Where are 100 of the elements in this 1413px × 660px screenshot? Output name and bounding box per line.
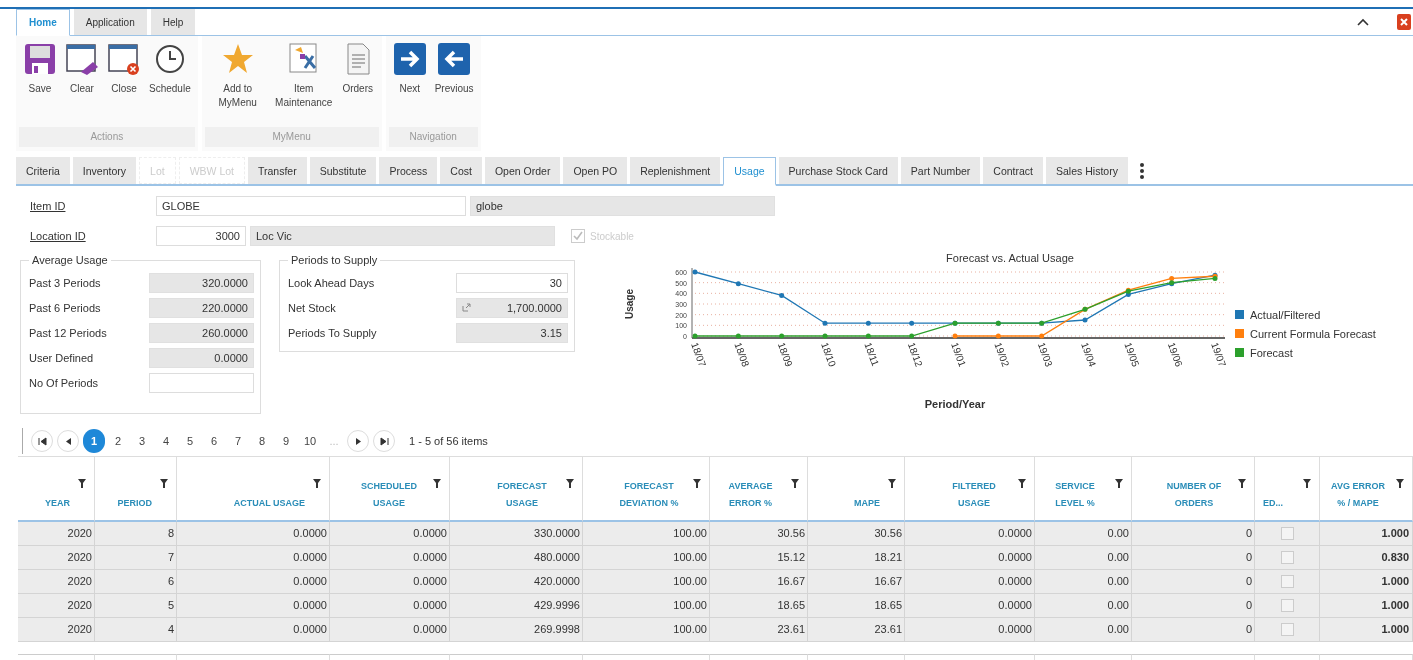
item-id-field[interactable]: GLOBE xyxy=(156,196,466,216)
item-id-link[interactable]: Item ID xyxy=(30,200,152,212)
page-button[interactable]: 7 xyxy=(227,429,249,453)
previous-page-button[interactable] xyxy=(57,430,79,452)
table-cell: 0 xyxy=(1132,546,1255,570)
filter-icon[interactable] xyxy=(791,479,799,488)
filter-icon[interactable] xyxy=(160,479,168,488)
ribbon-button[interactable]: Item Maintenance xyxy=(271,42,336,127)
x-tick-label: 18/12 xyxy=(905,340,925,369)
row-checkbox[interactable] xyxy=(1280,623,1294,636)
filter-icon[interactable] xyxy=(566,479,574,488)
table-cell: 7 xyxy=(95,546,177,570)
x-tick-label: 19/07 xyxy=(1209,340,1228,369)
tab[interactable]: Purchase Stock Card xyxy=(778,157,898,184)
value-field[interactable] xyxy=(149,372,254,393)
ribbon-button[interactable]: Add to MyMenu xyxy=(205,42,270,127)
row-checkbox[interactable] xyxy=(1280,575,1294,588)
filter-icon[interactable] xyxy=(1238,479,1246,488)
tab[interactable]: Open PO xyxy=(563,157,628,184)
filter-icon[interactable] xyxy=(888,479,896,488)
tab[interactable]: Replenishment xyxy=(630,157,721,184)
page-button[interactable]: 10 xyxy=(299,429,321,453)
filter-icon[interactable] xyxy=(78,479,86,488)
filter-icon[interactable] xyxy=(1303,479,1311,488)
arrow-left-icon xyxy=(437,42,472,76)
tab[interactable]: Substitute xyxy=(309,157,377,184)
field-label: Past 3 Periods xyxy=(29,276,101,289)
row-checkbox[interactable] xyxy=(1280,599,1294,612)
table-cell: 0 xyxy=(1132,618,1255,642)
tab[interactable]: Open Order xyxy=(484,157,561,184)
first-page-button[interactable] xyxy=(31,430,53,452)
next-icon[interactable] xyxy=(353,436,363,446)
ribbon-tab[interactable]: Help xyxy=(150,9,196,35)
previous-icon[interactable] xyxy=(63,436,73,446)
field-label: Look Ahead Days xyxy=(288,276,375,289)
first-page-icon[interactable] xyxy=(37,436,47,446)
page-button[interactable]: 9 xyxy=(275,429,297,453)
last-page-icon[interactable] xyxy=(379,436,389,446)
location-id-link[interactable]: Location ID xyxy=(30,230,152,242)
row-checkbox[interactable] xyxy=(1280,527,1294,540)
filter-icon[interactable] xyxy=(313,479,321,488)
panel-title: Periods to Supply xyxy=(290,254,379,266)
table-cell: 0 xyxy=(1132,594,1255,618)
table-cell: 0.0000 xyxy=(177,618,330,642)
page-button[interactable]: 3 xyxy=(131,429,153,453)
location-id-field[interactable]: 3000 xyxy=(156,226,246,246)
row-checkbox[interactable] xyxy=(1280,551,1294,564)
next-page-button[interactable] xyxy=(347,430,369,452)
collapse-icon[interactable] xyxy=(1357,18,1369,26)
tab[interactable]: Process xyxy=(379,157,438,184)
ribbon-button[interactable]: Schedule xyxy=(146,42,194,127)
ribbon-button[interactable]: Next xyxy=(389,42,430,127)
filter-icon[interactable] xyxy=(1115,479,1123,488)
tab[interactable]: Transfer xyxy=(248,157,307,184)
field-label: Net Stock xyxy=(288,301,336,314)
tab[interactable]: Cost xyxy=(440,157,482,184)
page-button[interactable]: 4 xyxy=(155,429,177,453)
filter-icon[interactable] xyxy=(1396,479,1404,488)
more-icon[interactable] xyxy=(1138,161,1145,180)
x-tick-label: 18/10 xyxy=(819,340,838,369)
tab[interactable]: Criteria xyxy=(16,157,70,184)
x-tick-label: 19/04 xyxy=(1079,340,1098,369)
table-cell: 0.00 xyxy=(1035,522,1132,546)
ribbon-tab[interactable]: Application xyxy=(73,9,147,35)
x-tick-label: 18/09 xyxy=(775,340,795,369)
page-button[interactable]: 5 xyxy=(179,429,201,453)
tab[interactable]: Contract xyxy=(983,157,1044,184)
page-button[interactable]: 6 xyxy=(203,429,225,453)
tab[interactable]: Sales History xyxy=(1046,157,1128,184)
tab[interactable]: Usage xyxy=(723,157,776,186)
value-field: 220.0000 xyxy=(149,297,254,318)
last-page-button[interactable] xyxy=(373,430,395,452)
value-field[interactable]: 30 xyxy=(456,272,568,293)
ribbon-button[interactable]: Previous xyxy=(431,42,477,127)
page-button[interactable]: 8 xyxy=(251,429,273,453)
tab[interactable]: Inventory xyxy=(72,157,137,184)
table-cell: 0.0000 xyxy=(905,522,1035,546)
table-cell: 2020 xyxy=(18,618,95,642)
ribbon-button[interactable]: Save xyxy=(20,42,60,127)
group-label: Actions xyxy=(19,127,195,147)
page-button[interactable]: 2 xyxy=(107,429,129,453)
filter-icon[interactable] xyxy=(1018,479,1026,488)
location-description-field: Loc Vic xyxy=(250,226,555,246)
ribbon-button[interactable]: Clear xyxy=(62,42,102,127)
table-cell: 0.830 xyxy=(1320,546,1413,570)
close-icon[interactable] xyxy=(1397,14,1411,30)
table-cell: 0.0000 xyxy=(330,618,450,642)
link-icon[interactable] xyxy=(462,303,471,312)
page-button[interactable]: 1 xyxy=(83,429,105,453)
ribbon-button[interactable]: Orders xyxy=(337,42,378,127)
field-label: No Of Periods xyxy=(29,376,99,389)
ribbon-button[interactable]: Close xyxy=(104,42,144,127)
ribbon-tab[interactable]: Home xyxy=(16,9,70,36)
value-field: 0.0000 xyxy=(149,347,254,368)
tab[interactable]: Part Number xyxy=(900,157,981,184)
value-field: 3.15 xyxy=(456,322,568,343)
filter-icon[interactable] xyxy=(693,479,701,488)
table-cell: 18.65 xyxy=(808,594,905,618)
x-tick-label: 19/03 xyxy=(1035,340,1055,369)
filter-icon[interactable] xyxy=(433,479,441,488)
